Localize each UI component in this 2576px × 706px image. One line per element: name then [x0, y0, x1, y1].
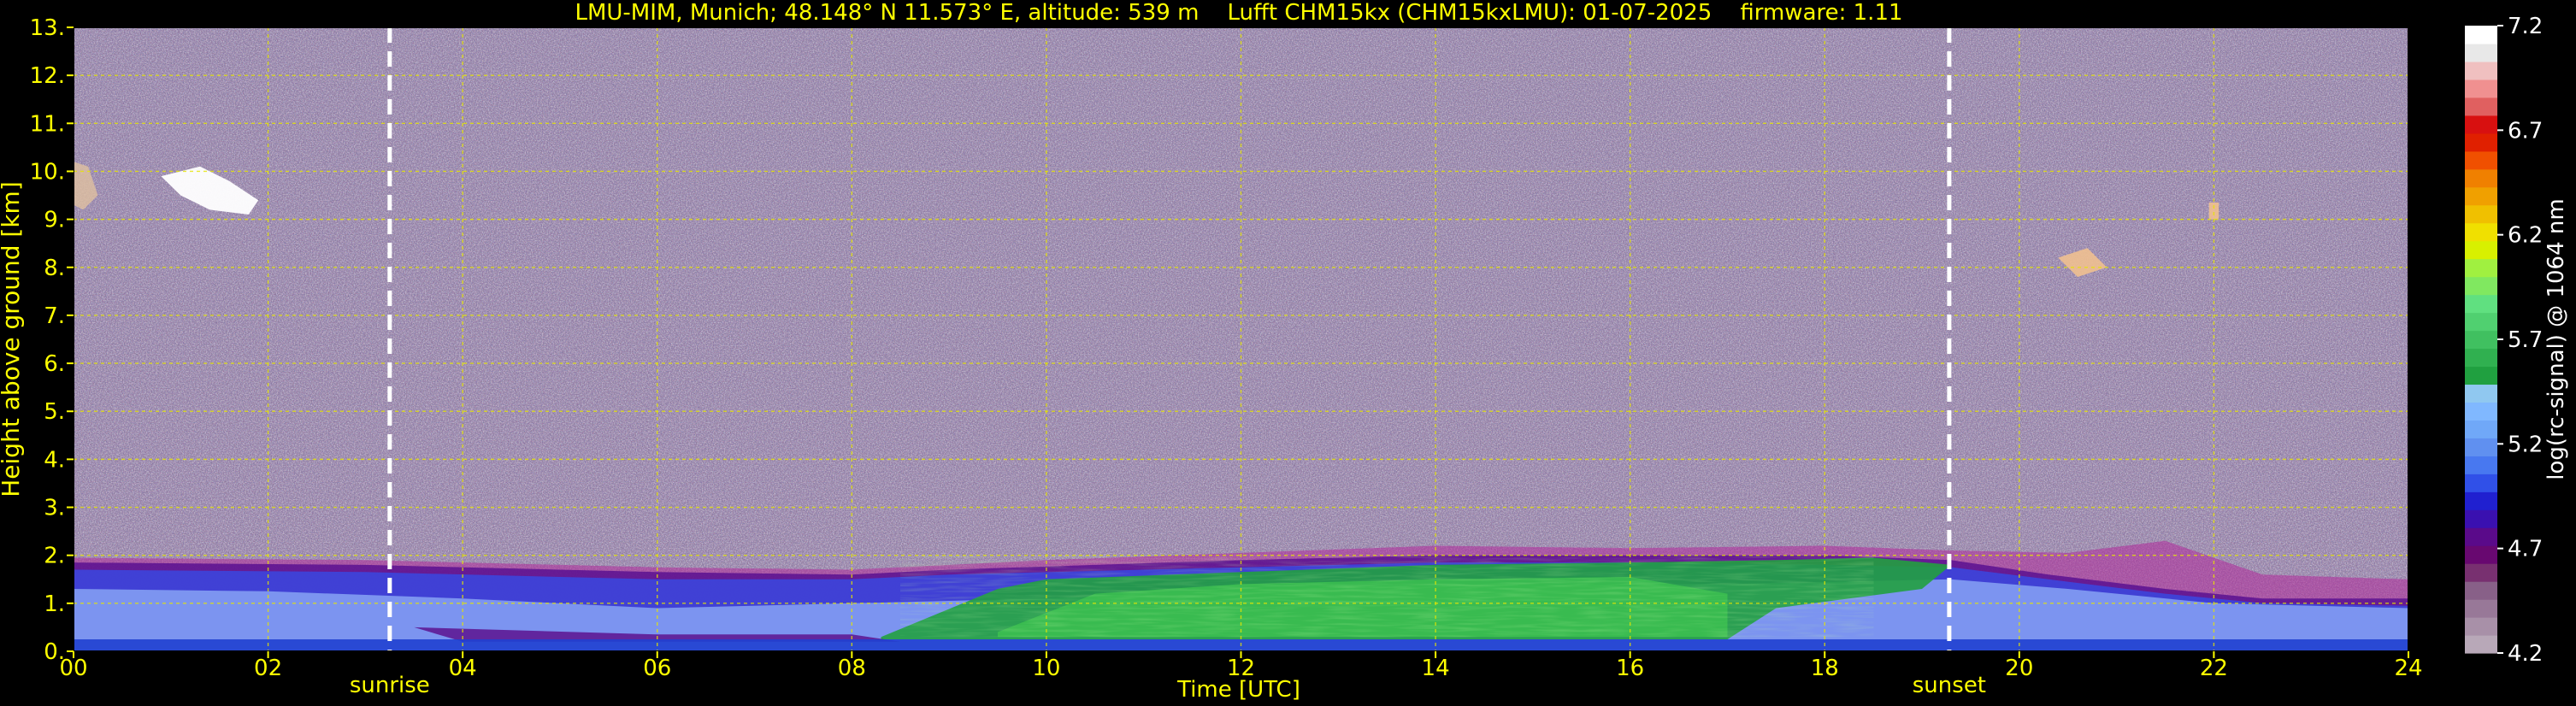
- colorbar-segment: [2465, 186, 2497, 206]
- y-axis-label: Height above ground [km]: [0, 181, 25, 497]
- colorbar-segment: [2465, 26, 2497, 44]
- colorbar-segment: [2465, 132, 2497, 152]
- x-tick-label: 24: [2394, 656, 2422, 681]
- y-tick-label: 13.: [30, 15, 65, 41]
- colorbar-tick-label: 4.2: [2508, 641, 2543, 667]
- y-tick-label: 4.: [44, 447, 65, 473]
- y-tick-label: 11.: [30, 111, 65, 137]
- colorbar-segment: [2465, 115, 2497, 134]
- colorbar-segment: [2465, 384, 2497, 403]
- plot-area: [74, 27, 2408, 651]
- colorbar-segment: [2465, 204, 2497, 224]
- y-tick-label: 0.: [44, 639, 65, 665]
- y-tick-label: 9.: [44, 208, 65, 233]
- x-tick-label: 20: [2005, 656, 2033, 681]
- x-tick-label: 04: [449, 656, 477, 681]
- colorbar-segment: [2465, 491, 2497, 510]
- colorbar-tick-label: 7.2: [2508, 14, 2543, 39]
- chart-title: LMU-MIM, Munich; 48.148° N 11.573° E, al…: [575, 0, 1902, 26]
- colorbar-tick-label: 5.2: [2508, 432, 2543, 457]
- x-tick-label: 14: [1422, 656, 1450, 681]
- x-axis-label: Time [UTC]: [1176, 677, 1300, 703]
- y-tick-label: 1.: [44, 591, 65, 617]
- colorbar-segment: [2465, 474, 2497, 492]
- x-tick-label: 10: [1032, 656, 1060, 681]
- colorbar-segment: [2465, 258, 2497, 278]
- colorbar-segment: [2465, 61, 2497, 80]
- colorbar-segment: [2465, 635, 2497, 654]
- colorbar-label: log(rc-signal) @ 1064 nm: [2544, 198, 2569, 479]
- colorbar-segment: [2465, 312, 2497, 332]
- colorbar-segment: [2465, 420, 2497, 438]
- colorbar-segment: [2465, 222, 2497, 242]
- x-tick-label: 02: [254, 656, 282, 681]
- colorbar-tick-label: 6.7: [2508, 118, 2543, 144]
- y-tick-label: 5.: [44, 399, 65, 425]
- colorbar-segment: [2465, 545, 2497, 564]
- colorbar-segment: [2465, 150, 2497, 170]
- colorbar-segment: [2465, 402, 2497, 421]
- colorbar-segment: [2465, 456, 2497, 474]
- y-tick-label: 10.: [30, 159, 65, 185]
- colorbar-segment: [2465, 581, 2497, 600]
- y-axis: 0. 1. 2. 3. 4. 5. 6. 7. 8. 9. 10. 11. 12. 13.: [30, 15, 74, 665]
- sun-marker-label: sunrise: [350, 673, 430, 698]
- x-tick-label: 18: [1811, 656, 1839, 681]
- y-tick-label: 3.: [44, 496, 65, 521]
- colorbar-tick-label: 6.2: [2508, 223, 2543, 249]
- x-tick-label: 06: [643, 656, 671, 681]
- sun-marker-label: sunset: [1913, 673, 1986, 698]
- colorbar-segment: [2465, 294, 2497, 314]
- colorbar-segment: [2465, 438, 2497, 456]
- colorbar-segment: [2465, 348, 2497, 368]
- colorbar-segment: [2465, 168, 2497, 188]
- colorbar-segment: [2465, 240, 2497, 260]
- colorbar-segment: [2465, 509, 2497, 528]
- colorbar-segment: [2465, 276, 2497, 296]
- x-tick-label: 16: [1616, 656, 1644, 681]
- colorbar-segment: [2465, 79, 2497, 98]
- colorbar-segment: [2465, 599, 2497, 618]
- colorbar: 4.2 4.7 5.2 5.7 6.2 6.7 7.2: [2465, 14, 2543, 667]
- colorbar-segment: [2465, 366, 2497, 385]
- colorbar-tick-label: 4.7: [2508, 537, 2543, 562]
- y-tick-label: 6.: [44, 351, 65, 377]
- colorbar-tick-label: 5.7: [2508, 327, 2543, 353]
- colorbar-segment: [2465, 97, 2497, 116]
- y-tick-label: 8.: [44, 256, 65, 281]
- colorbar-segment: [2465, 617, 2497, 636]
- colorbar-segment: [2465, 527, 2497, 546]
- colorbar-segment: [2465, 563, 2497, 582]
- cloud-22h: [2208, 203, 2219, 220]
- colorbar-segment: [2465, 330, 2497, 350]
- y-tick-label: 7.: [44, 303, 65, 329]
- ceilometer-chart: sunrise sunset 00 02 04 06 08 10 12 14 16 18 20 22 24…: [0, 0, 2569, 703]
- y-tick-label: 12.: [30, 63, 65, 89]
- x-tick-label: 08: [838, 656, 866, 681]
- x-tick-label: 22: [2200, 656, 2228, 681]
- colorbar-segment: [2465, 43, 2497, 62]
- y-tick-label: 2.: [44, 544, 65, 569]
